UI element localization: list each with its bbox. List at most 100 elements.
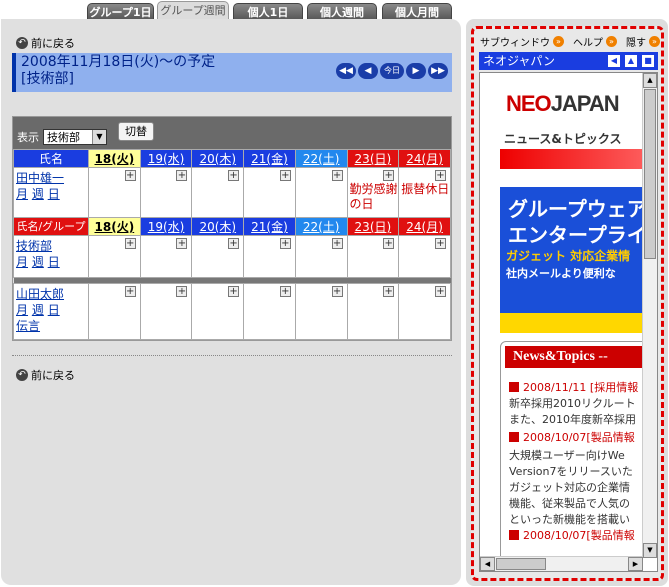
- week-link[interactable]: 週: [32, 187, 44, 201]
- week-link[interactable]: 週: [32, 303, 44, 317]
- schedule-cell[interactable]: +: [88, 235, 141, 278]
- left-arrow-icon[interactable]: ◀: [608, 55, 620, 67]
- schedule-cell[interactable]: +: [243, 167, 296, 218]
- scroll-down-icon[interactable]: ▼: [643, 543, 657, 558]
- news-item-link[interactable]: 2008/11/11 [採用情報: [509, 380, 638, 396]
- add-icon[interactable]: +: [279, 286, 291, 297]
- schedule-cell[interactable]: +: [398, 235, 451, 278]
- switch-button[interactable]: 切替: [118, 122, 154, 141]
- group-name-link[interactable]: 技術部: [16, 239, 52, 253]
- arrow-circle-icon[interactable]: »: [606, 36, 617, 47]
- prev-day-icon[interactable]: ◀: [358, 63, 378, 79]
- user-name-link[interactable]: 山田太郎: [16, 287, 64, 301]
- add-icon[interactable]: +: [124, 170, 136, 181]
- scroll-up-icon[interactable]: ▲: [643, 73, 657, 88]
- schedule-cell[interactable]: +: [346, 283, 400, 340]
- day-link[interactable]: 日: [48, 187, 60, 201]
- add-icon[interactable]: +: [435, 238, 446, 249]
- schedule-cell[interactable]: +: [346, 235, 400, 278]
- tab-personal-month[interactable]: 個人月間: [382, 3, 452, 20]
- scroll-left-icon[interactable]: ◀: [480, 557, 495, 571]
- day-link[interactable]: 22(土): [303, 152, 340, 166]
- add-icon[interactable]: +: [331, 170, 343, 181]
- back-link-bottom[interactable]: ↶ 前に戻る: [16, 367, 75, 383]
- add-icon[interactable]: +: [228, 286, 240, 297]
- day-link[interactable]: 日: [48, 255, 60, 269]
- add-icon[interactable]: +: [228, 170, 240, 181]
- schedule-cell[interactable]: +: [243, 235, 296, 278]
- add-icon[interactable]: +: [228, 238, 240, 249]
- day-link[interactable]: 21(金): [251, 220, 288, 234]
- tab-group-day[interactable]: グループ1日: [87, 3, 154, 20]
- day-link[interactable]: 24(月): [406, 220, 443, 234]
- subwindow-link[interactable]: サブウィンドウ: [480, 34, 550, 49]
- add-icon[interactable]: +: [331, 238, 343, 249]
- day-link[interactable]: 18(火): [95, 220, 135, 234]
- back-link-top[interactable]: ↶ 前に戻る: [16, 35, 75, 51]
- help-link[interactable]: ヘルプ: [573, 34, 603, 49]
- schedule-cell[interactable]: +: [139, 167, 193, 218]
- up-arrow-icon[interactable]: ▲: [625, 55, 637, 67]
- month-link[interactable]: 月: [16, 187, 28, 201]
- add-icon[interactable]: +: [176, 286, 188, 297]
- add-icon[interactable]: +: [435, 170, 446, 181]
- day-link[interactable]: 20(木): [199, 152, 236, 166]
- day-link[interactable]: 23(日): [355, 152, 392, 166]
- add-icon[interactable]: +: [331, 286, 343, 297]
- schedule-cell[interactable]: +: [88, 283, 141, 340]
- add-icon[interactable]: +: [279, 238, 291, 249]
- day-link[interactable]: 22(土): [303, 220, 340, 234]
- schedule-cell[interactable]: +: [294, 283, 348, 340]
- add-icon[interactable]: +: [176, 170, 188, 181]
- day-link[interactable]: 23(日): [355, 220, 392, 234]
- day-link[interactable]: 18(火): [95, 152, 135, 166]
- schedule-cell[interactable]: +: [243, 283, 296, 340]
- horizontal-scrollbar[interactable]: ◀ ▶: [480, 556, 643, 571]
- week-link[interactable]: 週: [32, 255, 44, 269]
- add-icon[interactable]: +: [176, 238, 188, 249]
- schedule-cell[interactable]: + 勤労感謝の日: [346, 167, 400, 218]
- month-link[interactable]: 月: [16, 303, 28, 317]
- month-link[interactable]: 月: [16, 255, 28, 269]
- day-link[interactable]: 19(水): [148, 152, 185, 166]
- tab-personal-week[interactable]: 個人週間: [307, 3, 377, 20]
- schedule-cell[interactable]: + 振替休日: [398, 167, 451, 218]
- day-link[interactable]: 日: [48, 303, 60, 317]
- hide-link[interactable]: 隠す: [626, 34, 646, 49]
- news-item-link[interactable]: 2008/10/07[製品情報: [509, 430, 635, 446]
- arrow-circle-icon[interactable]: »: [649, 36, 660, 47]
- next-week-icon[interactable]: ▶▶: [428, 63, 448, 79]
- tab-personal-day[interactable]: 個人1日: [233, 3, 303, 20]
- next-day-icon[interactable]: ▶: [406, 63, 426, 79]
- news-item-link[interactable]: 2008/10/07[製品情報: [509, 528, 635, 544]
- schedule-cell[interactable]: +: [139, 235, 193, 278]
- add-icon[interactable]: +: [435, 286, 446, 297]
- schedule-cell[interactable]: +: [191, 283, 245, 340]
- day-link[interactable]: 21(金): [251, 152, 288, 166]
- add-icon[interactable]: +: [383, 238, 395, 249]
- schedule-cell[interactable]: +: [398, 283, 451, 340]
- add-icon[interactable]: +: [383, 170, 395, 181]
- message-link[interactable]: 伝言: [16, 319, 40, 333]
- day-link[interactable]: 20(木): [199, 220, 236, 234]
- promo-banner[interactable]: グループウェア エンタープライ ガジェット 対応企業情 社内メールより便利な: [500, 187, 657, 333]
- schedule-cell[interactable]: +: [294, 235, 348, 278]
- arrow-circle-icon[interactable]: »: [553, 36, 564, 47]
- vertical-scrollbar[interactable]: ▲ ▼: [642, 73, 657, 558]
- schedule-cell[interactable]: +: [139, 283, 193, 340]
- add-icon[interactable]: +: [124, 286, 136, 297]
- user-name-link[interactable]: 田中雄一: [16, 171, 64, 185]
- day-link[interactable]: 19(水): [148, 220, 185, 234]
- schedule-cell[interactable]: +: [191, 235, 245, 278]
- scroll-thumb[interactable]: [644, 89, 656, 259]
- today-button[interactable]: 今日: [380, 63, 404, 79]
- schedule-cell[interactable]: +: [191, 167, 245, 218]
- add-icon[interactable]: +: [124, 238, 136, 249]
- group-select[interactable]: 技術部 ▼: [43, 129, 107, 145]
- add-icon[interactable]: +: [383, 286, 395, 297]
- add-icon[interactable]: +: [279, 170, 291, 181]
- maximize-icon[interactable]: ■: [642, 55, 654, 67]
- tab-group-week[interactable]: グループ週間: [157, 1, 229, 20]
- schedule-cell[interactable]: +: [88, 167, 141, 218]
- scroll-right-icon[interactable]: ▶: [628, 557, 643, 571]
